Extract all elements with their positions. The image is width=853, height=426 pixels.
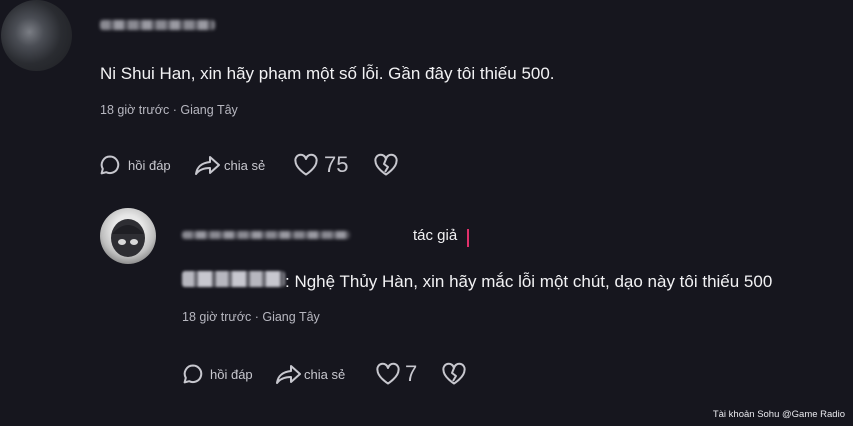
- speech-bubble-icon: [181, 362, 205, 386]
- broken-heart-icon: [441, 362, 467, 386]
- comment-meta: 18 giờ trước · Giang Tây: [100, 103, 238, 117]
- share-button[interactable]: chia sẻ: [194, 153, 274, 177]
- author-badge: tác giả: [413, 227, 458, 244]
- commenter-avatar[interactable]: [1, 0, 72, 71]
- speech-bubble-icon: [98, 153, 122, 177]
- text-caret: [467, 229, 469, 247]
- reply-label: hồi đáp: [128, 157, 171, 173]
- reply-target-blurred[interactable]: [182, 271, 285, 287]
- reply-button[interactable]: hồi đáp: [181, 362, 261, 386]
- commenter-name-blurred[interactable]: [100, 20, 215, 30]
- comment-text: Ni Shui Han, xin hãy phạm một số lỗi. Gầ…: [100, 64, 555, 83]
- share-arrow-icon: [275, 362, 303, 386]
- share-arrow-icon: [194, 153, 222, 177]
- share-button[interactable]: chia sẻ: [275, 362, 355, 386]
- comment-time: 18 giờ trước: [182, 310, 252, 324]
- like-count: 75: [324, 152, 349, 177]
- meta-separator: ·: [251, 310, 263, 324]
- like-count: 7: [405, 361, 418, 386]
- author-avatar[interactable]: [100, 208, 156, 264]
- reply-button[interactable]: hồi đáp: [98, 153, 178, 177]
- heart-outline-icon: [293, 153, 319, 177]
- heart-outline-icon: [375, 362, 401, 386]
- author-name-blurred[interactable]: [182, 231, 350, 239]
- dislike-button[interactable]: [441, 362, 467, 386]
- meta-separator: ·: [169, 103, 181, 117]
- like-button[interactable]: 7: [375, 360, 425, 388]
- dislike-button[interactable]: [373, 153, 399, 177]
- source-watermark: Tài khoản Sohu @Game Radio: [712, 409, 845, 420]
- broken-heart-icon: [373, 153, 399, 177]
- comment-time: 18 giờ trước: [100, 103, 170, 117]
- share-label: chia sẻ: [224, 157, 266, 173]
- comment-text: : Nghệ Thủy Hàn, xin hãy mắc lỗi một chú…: [285, 272, 773, 291]
- comment-meta: 18 giờ trước · Giang Tây: [182, 310, 320, 324]
- reply-label: hồi đáp: [210, 366, 253, 382]
- share-label: chia sẻ: [304, 366, 346, 382]
- comment-location: Giang Tây: [180, 103, 238, 117]
- like-button[interactable]: 75: [293, 151, 363, 179]
- comment-location: Giang Tây: [262, 310, 320, 324]
